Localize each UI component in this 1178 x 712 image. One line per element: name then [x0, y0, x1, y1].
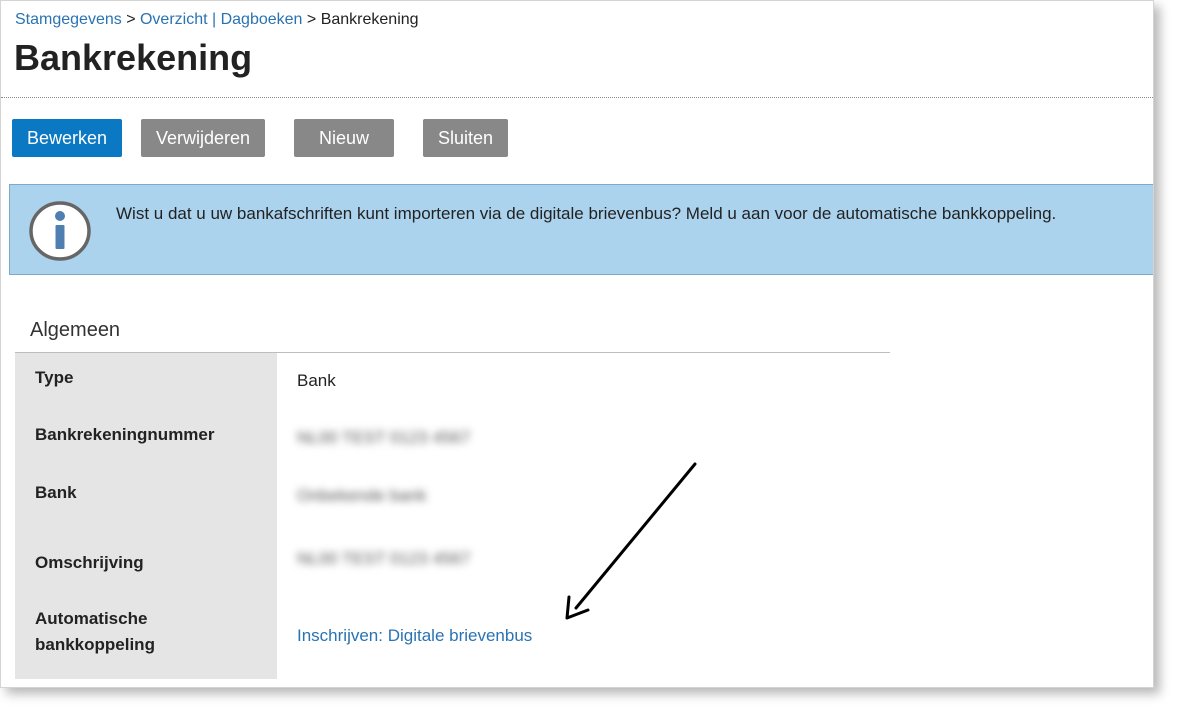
field-value-omschrijving: NL00 TEST 0123 4567	[297, 549, 471, 568]
info-icon	[29, 201, 93, 266]
delete-button[interactable]: Verwijderen	[141, 119, 265, 157]
close-button[interactable]: Sluiten	[423, 119, 508, 157]
page-title: Bankrekening	[14, 37, 253, 78]
field-label-type: Type	[35, 368, 74, 387]
new-button[interactable]: Nieuw	[294, 119, 394, 157]
info-text: Wist u dat u uw bankafschriften kunt imp…	[116, 204, 1057, 223]
edit-button[interactable]: Bewerken	[12, 119, 122, 157]
breadcrumb-link-overzicht-dagboeken[interactable]: Overzicht | Dagboeken	[140, 11, 302, 28]
digitale-brievenbus-link[interactable]: Inschrijven: Digitale brievenbus	[297, 623, 532, 649]
page-frame: Stamgegevens > Overzicht | Dagboeken > B…	[0, 0, 1154, 688]
field-label-bank: Bank	[35, 483, 77, 502]
header-divider	[1, 97, 1153, 98]
field-value-type: Bank	[297, 371, 336, 390]
field-value-bankrekeningnummer: NL00 TEST 0123 4567	[297, 428, 471, 447]
breadcrumb-link-stamgegevens[interactable]: Stamgegevens	[15, 11, 122, 28]
field-value-bank: Onbekende bank	[297, 486, 427, 505]
field-label-omschrijving: Omschrijving	[35, 553, 144, 572]
breadcrumb: Stamgegevens > Overzicht | Dagboeken > B…	[15, 11, 419, 29]
field-label-automatische-bankkoppeling: Automatische bankkoppeling	[35, 609, 155, 654]
field-label-bankrekeningnummer: Bankrekeningnummer	[35, 425, 215, 444]
section-title: Algemeen	[30, 319, 121, 341]
breadcrumb-separator: >	[306, 11, 317, 28]
breadcrumb-separator: >	[126, 11, 136, 28]
info-banner: Wist u dat u uw bankafschriften kunt imp…	[9, 184, 1153, 275]
breadcrumb-current: Bankrekening	[320, 11, 419, 28]
